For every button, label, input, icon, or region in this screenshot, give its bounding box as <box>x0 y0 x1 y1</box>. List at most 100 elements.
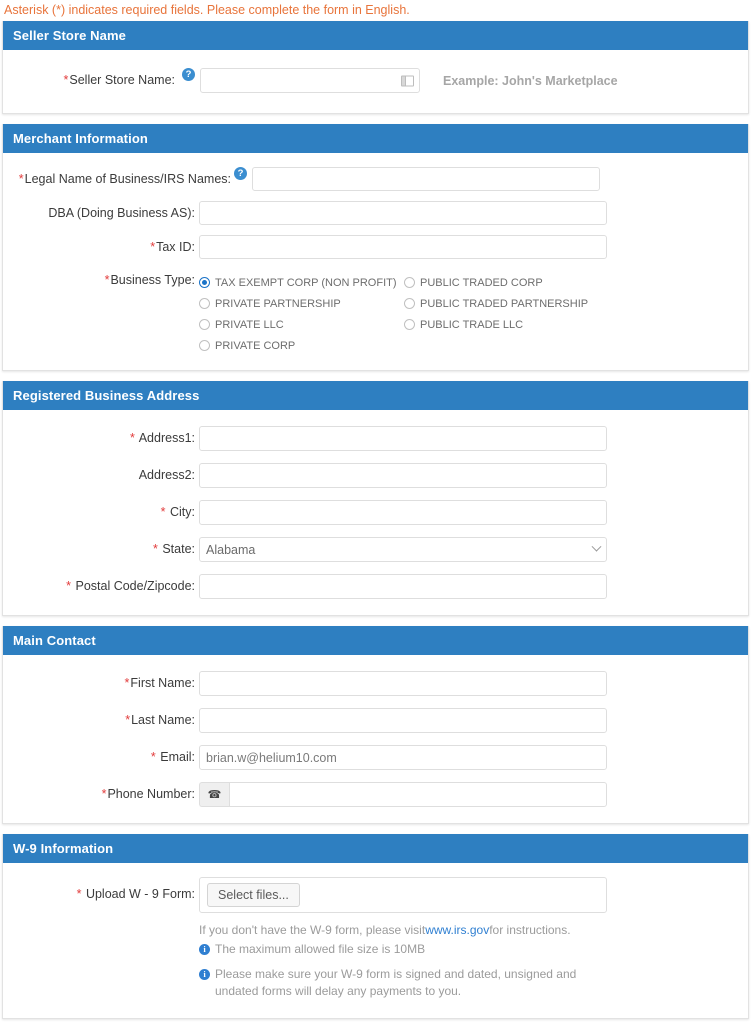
legal-name-input[interactable] <box>252 167 600 191</box>
email-input[interactable] <box>199 745 607 770</box>
w9-irs-note-intro: If you don't have the W-9 form, please v… <box>199 923 426 937</box>
required-asterisk: * <box>150 750 156 764</box>
address1-row: * Address1: <box>3 426 748 451</box>
required-asterisk: * <box>76 887 82 901</box>
question-circle-icon[interactable]: ? <box>182 68 195 81</box>
seller-store-name-field: Example: John's Marketplace <box>200 68 748 93</box>
main-contact-header: Main Contact <box>3 626 748 655</box>
city-field <box>199 500 748 525</box>
state-label: * State: <box>152 542 195 556</box>
merchant-information-header: Merchant Information <box>3 124 748 153</box>
email-label: * Email: <box>150 750 195 764</box>
required-fields-notice: Asterisk (*) indicates required fields. … <box>4 3 410 17</box>
radio-public-traded-partnership[interactable]: PUBLIC TRADED PARTNERSHIP <box>404 293 609 314</box>
seller-store-name-header: Seller Store Name <box>3 21 748 50</box>
radio-private-llc[interactable]: PRIVATE LLC <box>199 314 404 335</box>
business-type-row: *Business Type: TAX EXEMPT CORP (NON PRO… <box>3 272 748 356</box>
seller-store-name-panel: Seller Store Name *Seller Store Name: ? … <box>2 21 749 114</box>
required-asterisk: * <box>63 73 69 87</box>
tax-id-row: *Tax ID: <box>3 235 748 259</box>
seller-store-name-input[interactable] <box>200 68 420 93</box>
select-files-button[interactable]: Select files... <box>207 883 300 907</box>
required-asterisk: * <box>130 431 135 445</box>
main-contact-panel: Main Contact *First Name: *Last Name: * … <box>2 626 749 824</box>
info-circle-icon: i <box>199 944 210 955</box>
address1-input[interactable] <box>199 426 607 451</box>
chevron-down-icon <box>591 541 602 552</box>
state-field: Alabama <box>199 537 748 562</box>
merchant-information-panel: Merchant Information *Legal Name of Busi… <box>2 124 749 371</box>
dba-label: DBA (Doing Business AS): <box>48 206 195 220</box>
postal-code-input[interactable] <box>199 574 607 599</box>
required-asterisk: * <box>101 787 107 801</box>
first-name-input[interactable] <box>199 671 607 696</box>
required-asterisk: * <box>66 579 71 593</box>
w9-notes: If you don't have the W-9 form, please v… <box>199 922 619 1000</box>
radio-dot-icon <box>199 277 210 288</box>
required-asterisk: * <box>150 240 156 254</box>
registered-business-address-body: * Address1: Address2: * City: * State: A… <box>3 410 748 615</box>
w9-irs-note-outro: for instructions. <box>489 923 571 937</box>
last-name-field <box>199 708 748 733</box>
phone-input-group: ☎ <box>199 782 607 807</box>
city-row: * City: <box>3 500 748 525</box>
radio-dot-icon <box>199 340 210 351</box>
state-row: * State: Alabama <box>3 537 748 562</box>
contact-card-icon <box>401 75 414 86</box>
state-select-value: Alabama <box>206 542 256 557</box>
business-type-radio-group: TAX EXEMPT CORP (NON PROFIT) PUBLIC TRAD… <box>199 272 609 356</box>
address1-label: * Address1: <box>130 431 195 445</box>
address2-input[interactable] <box>199 463 607 488</box>
first-name-row: *First Name: <box>3 671 748 696</box>
radio-tax-exempt-corp[interactable]: TAX EXEMPT CORP (NON PROFIT) <box>199 272 404 293</box>
dba-field <box>199 201 748 225</box>
postal-code-field <box>199 574 748 599</box>
registered-business-address-header: Registered Business Address <box>3 381 748 410</box>
first-name-label: *First Name: <box>124 676 195 690</box>
seller-store-name-example: Example: John's Marketplace <box>443 73 618 88</box>
required-asterisk: * <box>160 505 166 519</box>
irs-gov-link[interactable]: www.irs.gov <box>425 922 489 939</box>
dba-row: DBA (Doing Business AS): <box>3 201 748 225</box>
question-circle-icon[interactable]: ? <box>234 167 247 180</box>
address2-row: Address2: <box>3 463 748 488</box>
radio-dot-icon <box>404 319 415 330</box>
last-name-label: *Last Name: <box>125 713 195 727</box>
phone-label: *Phone Number: <box>101 787 195 801</box>
first-name-field <box>199 671 748 696</box>
upload-w9-field: Select files... If you don't have the W-… <box>199 877 748 1002</box>
legal-name-label: *Legal Name of Business/IRS Names: <box>18 172 231 186</box>
phone-row: *Phone Number: ☎ <box>3 782 748 807</box>
required-asterisk: * <box>125 713 131 727</box>
radio-dot-icon <box>199 319 210 330</box>
upload-dropzone[interactable]: Select files... <box>199 877 607 913</box>
business-type-label: *Business Type: <box>104 273 195 287</box>
postal-code-row: * Postal Code/Zipcode: <box>3 574 748 599</box>
state-select[interactable]: Alabama <box>199 537 607 562</box>
seller-store-name-row: *Seller Store Name: ? Example: John's Ma… <box>3 68 748 93</box>
email-row: * Email: <box>3 745 748 770</box>
upload-w9-label: * Upload W - 9 Form: <box>76 887 195 901</box>
city-label: * City: <box>160 505 195 519</box>
tax-id-input[interactable] <box>199 235 607 259</box>
required-asterisk: * <box>152 542 158 556</box>
radio-public-traded-corp[interactable]: PUBLIC TRADED CORP <box>404 272 609 293</box>
w9-filesize-note: i The maximum allowed file size is 10MB <box>199 941 619 958</box>
info-circle-icon: i <box>199 969 210 980</box>
email-field-wrap <box>199 745 748 770</box>
address2-label: Address2: <box>138 468 195 482</box>
radio-private-corp[interactable]: PRIVATE CORP <box>199 335 404 356</box>
phone-icon: ☎ <box>199 782 229 807</box>
radio-private-partnership[interactable]: PRIVATE PARTNERSHIP <box>199 293 404 314</box>
phone-input[interactable] <box>229 782 607 807</box>
dba-input[interactable] <box>199 201 607 225</box>
required-asterisk: * <box>104 273 110 287</box>
city-input[interactable] <box>199 500 607 525</box>
last-name-input[interactable] <box>199 708 607 733</box>
seller-registration-form-page: Asterisk (*) indicates required fields. … <box>0 0 751 1024</box>
radio-public-trade-llc[interactable]: PUBLIC TRADE LLC <box>404 314 609 335</box>
phone-field: ☎ <box>199 782 748 807</box>
postal-code-label: * Postal Code/Zipcode: <box>66 579 195 593</box>
w9-information-body: * Upload W - 9 Form: Select files... If … <box>3 863 748 1018</box>
seller-store-name-input-wrap <box>200 68 420 93</box>
